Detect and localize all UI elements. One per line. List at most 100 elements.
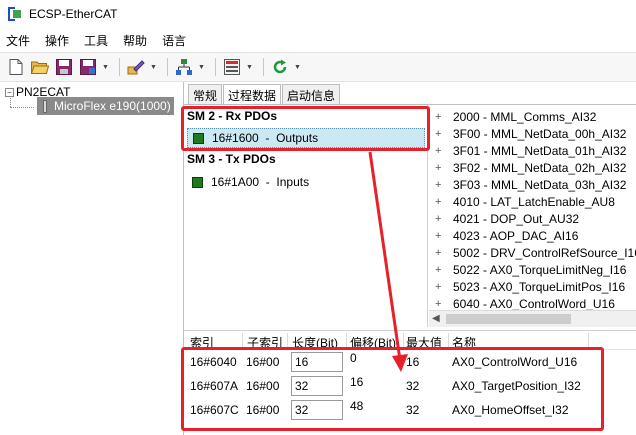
entry-item[interactable]: +5022 - AX0_TorqueLimitNeg_I16 [435, 261, 626, 278]
entry-item[interactable]: +2000 - MML_Comms_AI32 [435, 108, 596, 125]
entry-item[interactable]: +3F02 - MML_NetData_02h_AI32 [435, 159, 626, 176]
pdo-checkbox[interactable] [192, 176, 203, 188]
row-name: AX0_TargetPosition_I32 [452, 379, 581, 393]
pdo-row-outputs[interactable]: 16#1600 - Outputs [187, 128, 425, 148]
edit-dropdown-icon[interactable]: ▼ [150, 64, 157, 71]
entry-item[interactable]: +4023 - AOP_DAC_AI16 [435, 227, 578, 244]
entry-item[interactable]: +5002 - DRV_ControlRefSource_I16 [435, 244, 636, 261]
entry-item[interactable]: +5023 - AX0_TorqueLimitPos_I16 [435, 278, 625, 295]
scrollbar-thumb[interactable] [446, 314, 571, 324]
expand-icon[interactable]: + [435, 213, 445, 225]
tab-process-data[interactable]: 过程数据 [223, 84, 282, 105]
pdo-index: 16#1600 [212, 131, 259, 145]
column-divider[interactable] [242, 333, 243, 349]
column-divider[interactable] [588, 333, 589, 349]
table-row[interactable]: 16#6040 16#00 16 0 16 AX0_ControlWord_U1… [184, 350, 636, 374]
entry-label: 3F03 - MML_NetData_03h_AI32 [453, 177, 627, 192]
tab-startup-info[interactable]: 启动信息 [282, 84, 341, 104]
menu-help[interactable]: 帮助 [123, 32, 147, 49]
entry-item[interactable]: +3F03 - MML_NetData_03h_AI32 [435, 176, 626, 193]
col-name-header[interactable]: 名称 [452, 334, 476, 351]
col-offset-header[interactable]: 偏移(Bit) [350, 334, 396, 351]
expand-icon[interactable]: + [435, 281, 445, 293]
network-icon[interactable] [174, 57, 194, 77]
tree-node-label: MicroFlex e190(1000) [54, 99, 171, 113]
pdo-checkbox[interactable] [193, 132, 204, 144]
column-divider[interactable] [448, 333, 449, 349]
toolbar-separator [215, 58, 216, 76]
expand-icon[interactable]: + [435, 162, 445, 174]
column-divider[interactable] [403, 333, 404, 349]
tree-node-microflex[interactable]: MicroFlex e190(1000) [37, 97, 174, 115]
entry-label: 3F00 - MML_NetData_00h_AI32 [453, 126, 627, 141]
device-dropdown-icon[interactable]: ▼ [246, 64, 253, 71]
entry-label: 2000 - MML_Comms_AI32 [453, 109, 597, 124]
length-input[interactable]: 32 [291, 400, 343, 420]
save-dropdown-icon[interactable]: ▼ [102, 64, 109, 71]
pdo-name: Inputs [276, 175, 310, 189]
expand-icon[interactable]: + [435, 179, 445, 191]
title-bar: ECSP-EtherCAT [0, 0, 636, 28]
row-name: AX0_HomeOffset_I32 [452, 403, 569, 417]
expand-icon[interactable]: + [435, 111, 445, 123]
entry-item[interactable]: +4010 - LAT_LatchEnable_AU8 [435, 193, 615, 210]
horizontal-scrollbar[interactable]: ◀ [429, 310, 636, 327]
pdo-assignment-pane: SM 2 - Rx PDOs 16#1600 - Outputs SM 3 - … [184, 105, 428, 327]
expand-icon[interactable]: + [435, 298, 445, 310]
pdo-index: 16#1A00 [211, 175, 260, 189]
network-dropdown-icon[interactable]: ▼ [198, 64, 205, 71]
entry-label: 5023 - AX0_TorqueLimitPos_I16 [453, 279, 626, 294]
refresh-icon[interactable] [270, 57, 290, 77]
tab-general[interactable]: 常规 [188, 84, 223, 104]
refresh-dropdown-icon[interactable]: ▼ [294, 64, 301, 71]
toolbar-separator [167, 58, 168, 76]
save-as-icon[interactable] [78, 57, 98, 77]
pdo-separator: - [258, 131, 277, 145]
col-index-header[interactable]: 索引 [190, 334, 214, 351]
entry-item[interactable]: +3F00 - MML_NetData_00h_AI32 [435, 125, 626, 142]
open-folder-icon[interactable] [30, 57, 50, 77]
table-row[interactable]: 16#607C 16#00 32 48 32 AX0_HomeOffset_I3… [184, 398, 636, 422]
length-input[interactable]: 16 [291, 352, 343, 372]
expand-icon[interactable]: + [435, 128, 445, 140]
expand-icon[interactable]: + [435, 247, 445, 259]
sm3-header: SM 3 - Tx PDOs [187, 152, 276, 166]
menu-tools[interactable]: 工具 [84, 32, 108, 49]
pdo-row-inputs[interactable]: 16#1A00 - Inputs [187, 172, 425, 192]
col-length-header[interactable]: 长度(Bit) [292, 334, 338, 351]
col-max-header[interactable]: 最大值 [406, 334, 442, 351]
menu-language[interactable]: 语言 [162, 32, 186, 49]
expand-icon[interactable]: + [435, 230, 445, 242]
device-config-icon[interactable] [222, 57, 242, 77]
row-index: 16#607A [190, 379, 239, 393]
entry-item[interactable]: +6040 - AX0_ControlWord_U16 [435, 295, 615, 311]
device-tree: − PN2ECAT MicroFlex e190(1000) [0, 82, 184, 435]
object-entries-pane: +2000 - MML_Comms_AI32 +3F00 - MML_NetDa… [429, 105, 636, 311]
detail-table-header: 索引 子索引 长度(Bit) 偏移(Bit) 最大值 名称 [184, 330, 636, 350]
entry-item[interactable]: +3F01 - MML_NetData_01h_AI32 [435, 142, 626, 159]
entry-label: 3F02 - MML_NetData_02h_AI32 [453, 160, 627, 175]
row-subindex: 16#00 [246, 403, 280, 417]
menu-file[interactable]: 文件 [6, 32, 30, 49]
row-subindex: 16#00 [246, 355, 280, 369]
row-offset: 16 [350, 375, 364, 389]
expand-icon[interactable]: + [435, 196, 445, 208]
entry-item[interactable]: +4021 - DOP_Out_AU32 [435, 210, 579, 227]
column-divider[interactable] [287, 333, 288, 349]
new-file-icon[interactable] [6, 57, 26, 77]
column-divider[interactable] [346, 333, 347, 349]
table-row[interactable]: 16#607A 16#00 32 16 32 AX0_TargetPositio… [184, 374, 636, 398]
row-max: 32 [406, 403, 420, 417]
edit-icon[interactable] [126, 57, 146, 77]
row-offset: 0 [350, 351, 357, 365]
menu-operation[interactable]: 操作 [45, 32, 69, 49]
expand-icon[interactable]: + [435, 145, 445, 157]
tab-bar: 常规 过程数据 启动信息 [188, 84, 341, 105]
row-offset: 48 [350, 399, 364, 413]
col-subindex-header[interactable]: 子索引 [247, 334, 283, 351]
length-input[interactable]: 32 [291, 376, 343, 396]
expand-icon[interactable]: + [435, 264, 445, 276]
scroll-left-icon[interactable]: ◀ [432, 313, 440, 324]
row-index: 16#6040 [190, 355, 237, 369]
save-icon[interactable] [54, 57, 74, 77]
